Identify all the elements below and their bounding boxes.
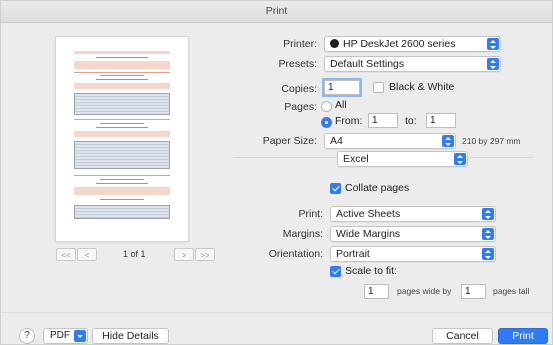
- previous-page-button[interactable]: <: [77, 248, 97, 261]
- margins-label: Margins:: [282, 228, 323, 240]
- preview-text-line: [100, 179, 144, 180]
- orientation-value: Portrait: [336, 248, 370, 260]
- print-button[interactable]: Print: [498, 328, 548, 344]
- preview-text-line: [100, 199, 144, 200]
- black-white-checkbox[interactable]: [373, 82, 384, 93]
- preview-table: [74, 141, 170, 169]
- preview-separator: [74, 72, 170, 73]
- chevron-updown-icon: [454, 153, 466, 165]
- margins-popup[interactable]: Wide Margins: [330, 226, 496, 242]
- page-indicator: 1 of 1: [123, 249, 146, 259]
- pages-label: Pages:: [284, 101, 317, 113]
- print-dialog: Print << < 1 of 1 > >> Printer: HP DeskJ…: [0, 0, 553, 345]
- preview-pager: << < 1 of 1 > >>: [56, 248, 216, 262]
- preview-header-band: [74, 131, 170, 137]
- pages-tall-field[interactable]: 1: [461, 284, 486, 299]
- pages-all-label: All: [335, 99, 347, 111]
- pages-from-field[interactable]: 1: [368, 113, 398, 128]
- paper-dimensions: 210 by 297 mm: [462, 136, 521, 146]
- collate-label: Collate pages: [345, 182, 410, 194]
- preview-text-line: [96, 79, 148, 80]
- chevron-updown-icon: [487, 58, 499, 70]
- preview-text-line: [96, 127, 148, 128]
- next-page-button[interactable]: >: [174, 248, 194, 261]
- cancel-button[interactable]: Cancel: [432, 328, 493, 344]
- printer-label: Printer:: [283, 38, 317, 50]
- pages-all-radio[interactable]: [321, 101, 332, 112]
- preview-header-band: [74, 83, 170, 89]
- paper-size-value: A4: [330, 135, 343, 147]
- collate-checkbox[interactable]: [330, 183, 341, 194]
- presets-label: Presets:: [278, 58, 317, 70]
- print-what-label: Print:: [298, 208, 323, 220]
- preview-text-line: [96, 183, 148, 184]
- pages-to-field[interactable]: 1: [426, 113, 456, 128]
- footer-divider: [1, 312, 553, 313]
- chevron-updown-icon: [482, 228, 494, 240]
- chevron-updown-icon: [482, 208, 494, 220]
- pages-tall-label: pages tall: [493, 286, 530, 296]
- chevron-down-icon: [74, 330, 86, 342]
- black-white-label: Black & White: [389, 81, 455, 93]
- chevron-updown-icon: [442, 135, 454, 147]
- paper-size-popup[interactable]: A4: [324, 133, 456, 149]
- pages-from-label: From:: [335, 115, 363, 127]
- presets-popup[interactable]: Default Settings: [324, 56, 501, 72]
- preview-separator: [74, 175, 170, 176]
- preview-separator: [74, 119, 170, 120]
- print-what-value: Active Sheets: [336, 208, 401, 220]
- last-page-button[interactable]: >>: [195, 248, 215, 261]
- scale-to-fit-checkbox[interactable]: [330, 266, 341, 277]
- pdf-menu-button[interactable]: PDF: [43, 328, 88, 344]
- preview-header-band: [74, 187, 170, 195]
- pages-wide-field[interactable]: 1: [364, 284, 389, 299]
- pages-from-radio[interactable]: [321, 117, 332, 128]
- help-button[interactable]: ?: [19, 328, 35, 344]
- orientation-label: Orientation:: [268, 248, 323, 260]
- preview-text-line: [100, 123, 144, 124]
- pages-wide-label: pages wide by: [397, 286, 452, 296]
- copies-label: Copies:: [281, 83, 317, 95]
- preview-header-band: [74, 61, 170, 69]
- printer-status-icon: [330, 39, 339, 48]
- dialog-title: Print: [1, 1, 552, 23]
- presets-value: Default Settings: [330, 58, 405, 70]
- print-what-popup[interactable]: Active Sheets: [330, 206, 496, 222]
- preview-text-line: [100, 75, 144, 76]
- orientation-popup[interactable]: Portrait: [330, 246, 496, 262]
- printer-value: HP DeskJet 2600 series: [343, 38, 456, 50]
- print-preview-page: [56, 37, 188, 241]
- preview-table: [74, 93, 170, 115]
- preview-table: [74, 205, 170, 219]
- settings-section-popup[interactable]: Excel: [337, 151, 468, 167]
- preview-text-line: [96, 57, 148, 58]
- first-page-button[interactable]: <<: [56, 248, 76, 261]
- scale-to-fit-label: Scale to fit:: [345, 265, 397, 277]
- paper-size-label: Paper Size:: [262, 135, 317, 147]
- copies-field[interactable]: 1: [324, 80, 360, 95]
- pdf-label: PDF: [50, 330, 70, 341]
- printer-popup[interactable]: HP DeskJet 2600 series: [324, 36, 501, 52]
- chevron-updown-icon: [487, 38, 499, 50]
- pages-to-label: to:: [405, 115, 417, 127]
- chevron-updown-icon: [482, 248, 494, 260]
- preview-header-band: [74, 51, 170, 54]
- hide-details-button[interactable]: Hide Details: [92, 328, 169, 344]
- settings-section-value: Excel: [343, 153, 369, 165]
- margins-value: Wide Margins: [336, 228, 401, 240]
